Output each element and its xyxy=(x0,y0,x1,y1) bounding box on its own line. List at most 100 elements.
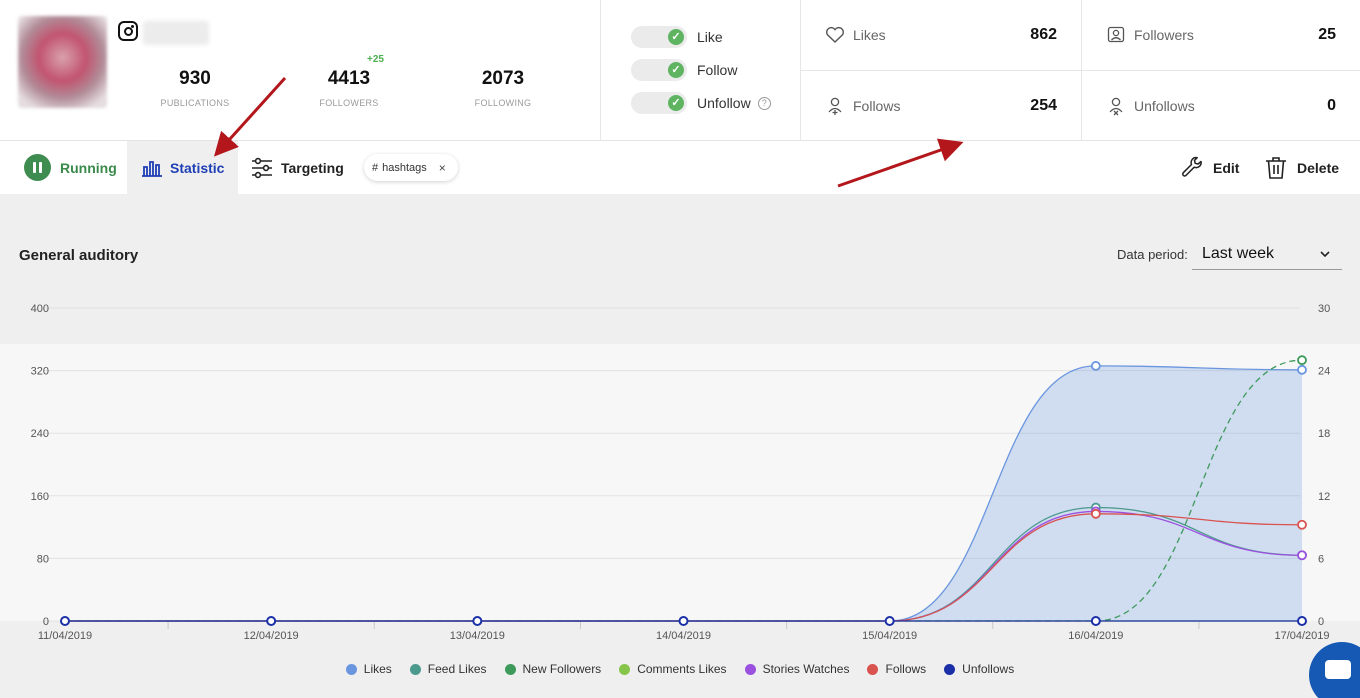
x-tick-label: 11/04/2019 xyxy=(38,630,92,642)
legend-item[interactable]: Stories Watches xyxy=(744,662,850,676)
user-remove-icon xyxy=(1106,96,1126,116)
counter-likes: Likes 862 xyxy=(801,0,1081,70)
stat-value: 2073 xyxy=(481,68,525,89)
stat-label: FOLLOWERS xyxy=(319,98,379,108)
check-icon: ✓ xyxy=(668,95,684,111)
bar-chart-icon xyxy=(142,160,162,177)
stat-label: FOLLOWING xyxy=(474,98,532,108)
legend-label: Likes xyxy=(363,662,392,676)
legend-label: Unfollows xyxy=(962,662,1015,676)
chat-icon xyxy=(1325,660,1351,679)
task-toolbar: Running Statistic Targeting # hashtags ×… xyxy=(0,141,1360,194)
tab-statistic[interactable]: Statistic xyxy=(127,141,238,194)
counter-label: Unfollows xyxy=(1134,98,1195,114)
legend-item[interactable]: Likes xyxy=(345,662,392,676)
y-right-tick-label: 24 xyxy=(1318,366,1330,378)
data-point xyxy=(1297,519,1307,530)
stat-label: PUBLICATIONS xyxy=(160,98,230,108)
legend-swatch xyxy=(744,663,756,675)
y-right-tick-label: 0 xyxy=(1318,616,1324,628)
delete-button[interactable]: Delete xyxy=(1265,141,1339,194)
y-left-tick-label: 80 xyxy=(37,553,49,565)
account-header: 930 PUBLICATIONS +25 4413 FOLLOWERS 2073… xyxy=(0,0,1360,141)
x-tick-label: 13/04/2019 xyxy=(450,630,505,642)
instagram-icon xyxy=(118,21,138,41)
data-point xyxy=(1297,355,1307,366)
data-point xyxy=(472,616,483,626)
edit-label: Edit xyxy=(1213,159,1240,176)
legend-label: Comments Likes xyxy=(637,662,727,676)
delete-label: Delete xyxy=(1297,159,1340,176)
legend-swatch xyxy=(619,663,631,675)
data-point xyxy=(60,616,70,626)
x-tick-label: 14/04/2019 xyxy=(656,630,711,642)
data-point xyxy=(1297,364,1307,375)
help-icon[interactable]: ? xyxy=(757,96,771,110)
legend-item[interactable]: Comments Likes xyxy=(619,662,727,676)
tab-label: Statistic xyxy=(170,159,225,176)
y-left-tick-label: 320 xyxy=(31,366,49,378)
trash-icon xyxy=(1266,156,1286,179)
counter-value: 254 xyxy=(1030,97,1057,114)
y-left-tick-label: 0 xyxy=(43,616,49,628)
data-point xyxy=(1297,550,1307,561)
toggle-follow[interactable]: ✓ Follow xyxy=(631,59,737,81)
stat-following: 2073 FOLLOWING xyxy=(443,68,563,108)
heart-icon xyxy=(825,25,845,45)
legend-label: Stories Watches xyxy=(762,662,850,676)
data-point xyxy=(1297,616,1307,626)
legend-swatch xyxy=(409,663,421,675)
legend-swatch xyxy=(944,663,956,675)
y-left-tick-label: 160 xyxy=(31,491,49,503)
legend-item[interactable]: Follows xyxy=(867,662,926,676)
y-left-tick-label: 400 xyxy=(31,303,49,315)
hashtags-chip[interactable]: # hashtags × xyxy=(364,154,458,181)
data-point xyxy=(1090,361,1101,371)
chip-label: hashtags xyxy=(382,161,427,174)
statistics-panel: General auditory Data period: Last week … xyxy=(0,194,1360,698)
tab-label: Targeting xyxy=(281,159,344,176)
counter-value: 862 xyxy=(1030,26,1057,43)
y-right-tick-label: 12 xyxy=(1318,491,1330,503)
legend-label: Feed Likes xyxy=(427,662,487,676)
data-point xyxy=(884,616,895,626)
running-label: Running xyxy=(60,159,117,176)
stat-value: 930 xyxy=(179,68,211,89)
edit-button[interactable]: Edit xyxy=(1181,141,1239,194)
stat-publications: 930 PUBLICATIONS xyxy=(135,68,255,108)
toggle-like[interactable]: ✓ Like xyxy=(631,26,723,48)
stat-value: 4413 xyxy=(327,68,371,89)
unfollow-switch[interactable]: ✓ xyxy=(631,92,687,114)
toggle-label: Like xyxy=(697,29,723,45)
legend-item[interactable]: Unfollows xyxy=(944,662,1014,676)
tab-targeting[interactable]: Targeting xyxy=(251,141,344,194)
legend-item[interactable]: Feed Likes xyxy=(409,662,487,676)
avatar[interactable] xyxy=(18,16,107,108)
auditory-line-chart: 0 0 80 6 160 12 240 18 320 24 400 30 11/04/2019 12/04… xyxy=(0,303,1360,642)
running-button[interactable]: Running xyxy=(24,141,117,194)
check-icon: ✓ xyxy=(668,29,684,45)
sliders-icon xyxy=(252,157,272,178)
close-icon[interactable]: × xyxy=(439,161,446,175)
check-icon: ✓ xyxy=(668,62,684,78)
follow-switch[interactable]: ✓ xyxy=(631,59,687,81)
legend-item[interactable]: New Followers xyxy=(504,662,601,676)
counter-label: Followers xyxy=(1134,27,1194,43)
data-point xyxy=(1090,616,1101,626)
wrench-icon xyxy=(1182,156,1202,177)
x-tick-label: 17/04/2019 xyxy=(1274,630,1329,642)
toggle-label: Unfollow xyxy=(697,95,751,111)
username-redacted xyxy=(143,21,209,45)
like-switch[interactable]: ✓ xyxy=(631,26,687,48)
followers-icon xyxy=(1106,25,1126,45)
toggle-unfollow[interactable]: ✓ Unfollow ? xyxy=(631,92,771,114)
data-point xyxy=(678,616,689,626)
legend-swatch xyxy=(345,663,357,675)
data-point xyxy=(1090,508,1101,519)
counter-unfollows: Unfollows 0 xyxy=(1082,71,1360,141)
legend-swatch xyxy=(867,663,879,675)
counter-label: Follows xyxy=(853,98,901,114)
chart-legend: Likes Feed Likes New Followers Comments Lik… xyxy=(0,662,1360,676)
data-point xyxy=(266,616,277,626)
x-tick-label: 12/04/2019 xyxy=(244,630,299,642)
